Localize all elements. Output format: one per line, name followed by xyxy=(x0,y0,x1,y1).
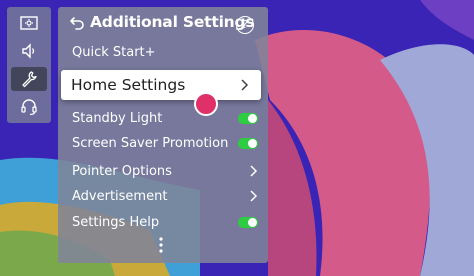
menu-item-label: Home Settings xyxy=(71,76,186,94)
rail-support-button[interactable] xyxy=(11,95,47,119)
menu-item-label: Screen Saver Promotion xyxy=(72,135,229,151)
rail-picture-button[interactable] xyxy=(11,11,47,35)
menu-item-settings-help[interactable]: Settings Help xyxy=(72,212,258,232)
menu-item-label: Standby Light xyxy=(72,110,163,126)
standby-light-toggle[interactable] xyxy=(238,112,258,124)
menu-item-screen-saver-promotion[interactable]: Screen Saver Promotion xyxy=(72,133,258,153)
settings-help-toggle[interactable] xyxy=(238,216,258,228)
menu-item-label: Advertisement xyxy=(72,188,168,204)
panel-title: Additional Settings xyxy=(90,13,255,31)
additional-settings-panel: Additional Settings ? Quick Start+ Stand… xyxy=(58,7,268,263)
picture-mode-icon xyxy=(20,16,38,30)
rail-general-button[interactable] xyxy=(11,67,47,91)
menu-item-label: Pointer Options xyxy=(72,163,172,179)
menu-item-standby-light[interactable]: Standby Light xyxy=(72,108,258,128)
back-arrow-icon[interactable] xyxy=(69,15,85,31)
menu-item-advertisement[interactable]: Advertisement xyxy=(72,186,258,206)
sound-icon xyxy=(22,43,35,59)
rail-sound-button[interactable] xyxy=(11,39,47,63)
menu-item-label: Settings Help xyxy=(72,214,160,230)
more-options-icon[interactable] xyxy=(158,236,164,254)
remote-pointer-cursor xyxy=(194,92,218,116)
menu-item-home-settings[interactable]: Home Settings xyxy=(61,70,261,100)
menu-item-quick-start[interactable]: Quick Start+ xyxy=(72,42,258,62)
menu-item-pointer-options[interactable]: Pointer Options xyxy=(72,161,258,181)
menu-item-label: Quick Start+ xyxy=(72,44,156,60)
screen-saver-promotion-toggle[interactable] xyxy=(238,137,258,149)
chevron-right-icon xyxy=(250,190,258,202)
chevron-right-icon xyxy=(241,79,249,91)
headset-icon xyxy=(21,99,37,116)
quick-settings-rail xyxy=(7,7,51,123)
help-icon[interactable]: ? xyxy=(236,16,254,34)
wrench-icon xyxy=(22,71,37,88)
chevron-right-icon xyxy=(250,165,258,177)
